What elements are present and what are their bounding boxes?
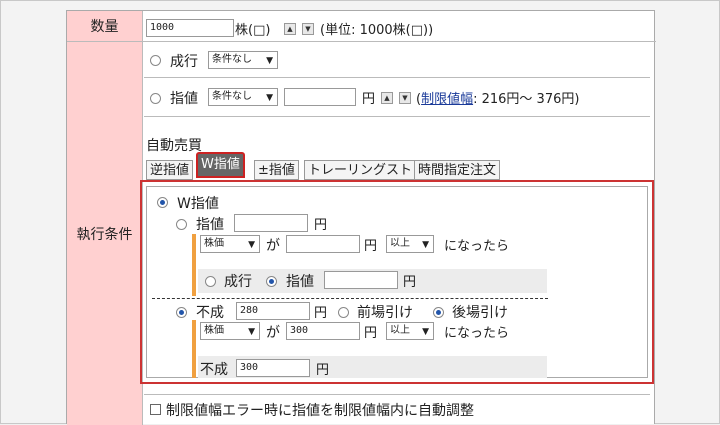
condition1-compare-value: 以上: [390, 238, 410, 249]
condition1-basis-value: 株価: [204, 238, 224, 249]
condition1-price-input[interactable]: [286, 235, 360, 253]
chevron-down-icon: ▼: [248, 327, 255, 337]
condition-bar: [192, 320, 196, 378]
after-limit-label: 指値: [286, 274, 314, 290]
condition2-suffix: になったら: [444, 326, 510, 341]
section-divider: [152, 298, 548, 299]
tab-plusminus-limit[interactable]: ±指値: [254, 160, 299, 180]
tab-w-limit[interactable]: W指値: [196, 152, 245, 178]
chevron-down-icon: ▼: [422, 240, 429, 250]
price-range-link[interactable]: 制限値幅: [421, 92, 473, 107]
after2-price-input[interactable]: 300: [236, 359, 310, 377]
limit-order-label: 指値: [170, 91, 198, 107]
limit-yen-label: 円: [362, 92, 376, 107]
goba-label: 後場引け: [452, 305, 508, 321]
funari-label: 不成: [196, 305, 224, 321]
row-divider: [144, 77, 650, 78]
quantity-unit-info: (単位: 1000株(□)): [320, 23, 434, 38]
zenba-label: 前場引け: [357, 305, 413, 321]
w-limit-price-radio[interactable]: [176, 219, 187, 230]
chevron-down-icon: ▼: [266, 93, 273, 103]
auto-adjust-label: 制限値幅エラー時に指値を制限値幅内に自動調整: [166, 403, 474, 419]
price-range-text: : 216円～ 376円): [473, 92, 580, 107]
after2-yen: 円: [316, 363, 330, 378]
market-order-radio[interactable]: [150, 55, 161, 66]
limit-price-input[interactable]: [284, 88, 356, 106]
execution-condition-label: 執行条件: [67, 42, 143, 425]
row-divider: [144, 394, 650, 395]
funari-price-input[interactable]: 280: [236, 302, 310, 320]
funari-radio[interactable]: [176, 307, 187, 318]
chevron-down-icon: ▼: [248, 240, 255, 250]
market-condition-value: 条件なし: [212, 54, 252, 65]
after-limit-yen: 円: [403, 275, 417, 290]
condition2-ga: が: [266, 325, 280, 341]
market-order-label: 成行: [170, 54, 198, 70]
quantity-down-button[interactable]: ▼: [302, 23, 314, 35]
condition2-price-input[interactable]: 300: [286, 322, 360, 340]
condition2-compare-value: 以上: [390, 325, 410, 336]
after-limit-price-input[interactable]: [324, 271, 398, 289]
after-market-label: 成行: [224, 274, 252, 290]
quantity-up-button[interactable]: ▲: [284, 23, 296, 35]
after2-label: 不成: [200, 362, 228, 378]
condition1-basis-select[interactable]: 株価 ▼: [200, 235, 260, 253]
chevron-down-icon: ▼: [266, 56, 273, 66]
w-limit-title: W指値: [177, 196, 219, 212]
goba-radio[interactable]: [433, 307, 444, 318]
limit-condition-select[interactable]: 条件なし ▼: [208, 88, 278, 106]
condition1-yen: 円: [364, 239, 378, 254]
tab-time-order[interactable]: 時間指定注文: [414, 160, 501, 180]
condition2-basis-select[interactable]: 株価 ▼: [200, 322, 260, 340]
limit-order-radio[interactable]: [150, 93, 161, 104]
auto-adjust-checkbox[interactable]: [150, 404, 161, 415]
w-limit-price-label: 指値: [196, 217, 224, 233]
limit-price-up-button[interactable]: ▲: [381, 92, 393, 104]
market-condition-select[interactable]: 条件なし ▼: [208, 51, 278, 69]
limit-condition-value: 条件なし: [212, 91, 252, 102]
condition1-suffix: になったら: [444, 239, 510, 254]
chevron-down-icon: ▼: [422, 327, 429, 337]
row-divider: [144, 116, 650, 117]
condition1-compare-select[interactable]: 以上 ▼: [386, 235, 434, 253]
w-limit-radio[interactable]: [157, 197, 168, 208]
condition2-yen: 円: [364, 326, 378, 341]
row-divider: [67, 41, 656, 42]
quantity-input[interactable]: 1000: [146, 19, 234, 37]
tab-stop-limit[interactable]: 逆指値: [146, 160, 194, 180]
quantity-label: 数量: [67, 11, 143, 41]
condition2-compare-select[interactable]: 以上 ▼: [386, 322, 434, 340]
quantity-unit: 株(□): [235, 23, 271, 38]
funari-yen: 円: [314, 306, 328, 321]
w-limit-price-input[interactable]: [234, 214, 308, 232]
w-limit-yen: 円: [314, 218, 328, 233]
after-market-radio[interactable]: [205, 276, 216, 287]
condition-bar: [192, 234, 196, 296]
price-range-info: (制限値幅: 216円～ 376円): [416, 88, 579, 107]
after-limit-radio[interactable]: [266, 276, 277, 287]
auto-trade-heading: 自動売買: [146, 138, 202, 154]
zenba-radio[interactable]: [338, 307, 349, 318]
limit-price-down-button[interactable]: ▼: [399, 92, 411, 104]
condition2-basis-value: 株価: [204, 325, 224, 336]
condition1-ga: が: [266, 238, 280, 254]
